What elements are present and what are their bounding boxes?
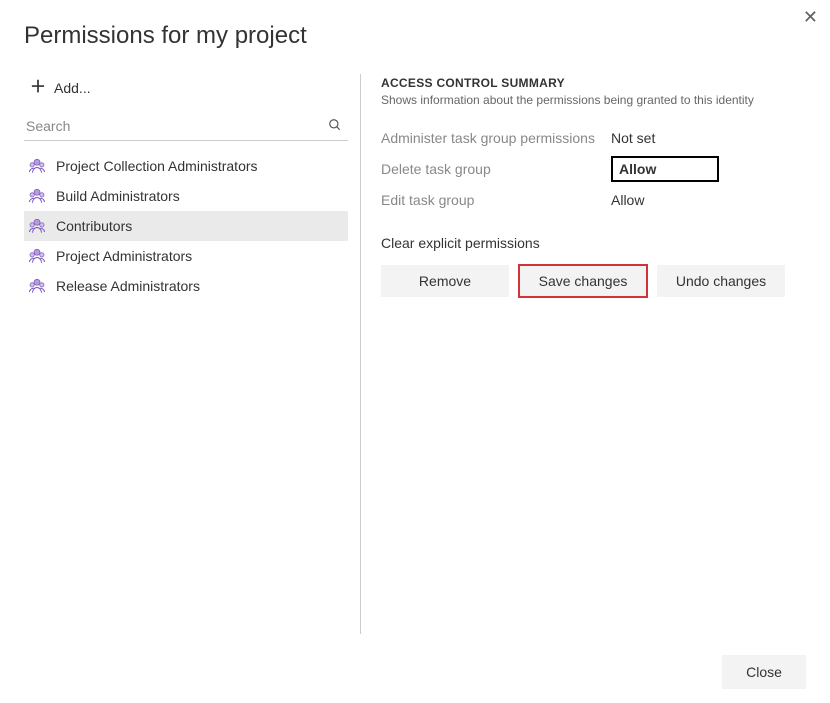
search-input[interactable] — [24, 112, 348, 140]
permissions-table: Administer task group permissionsNot set… — [381, 125, 806, 213]
permission-action-buttons: Remove Save changes Undo changes — [381, 265, 806, 297]
clear-permissions-label: Clear explicit permissions — [381, 213, 806, 265]
page-title: Permissions for my project — [0, 0, 830, 50]
plus-icon: ＋ — [30, 80, 46, 96]
permission-value-text: Allow — [611, 192, 644, 208]
permission-row: Edit task groupAllow — [381, 187, 806, 213]
permission-label: Delete task group — [381, 161, 611, 177]
close-button[interactable]: Close — [722, 655, 806, 689]
permission-value-text: Allow — [619, 161, 656, 177]
group-icon — [28, 157, 46, 175]
group-item[interactable]: Project Collection Administrators — [24, 151, 348, 181]
group-icon — [28, 247, 46, 265]
group-item-label: Contributors — [56, 218, 132, 234]
remove-button[interactable]: Remove — [381, 265, 509, 297]
permission-label: Administer task group permissions — [381, 130, 611, 146]
group-item-label: Build Administrators — [56, 188, 180, 204]
permission-value-dropdown[interactable]: Allow — [611, 156, 719, 182]
groups-list: Project Collection Administrators Build … — [24, 151, 348, 301]
group-icon — [28, 217, 46, 235]
group-item[interactable]: Release Administrators — [24, 271, 348, 301]
group-icon — [28, 187, 46, 205]
save-changes-button[interactable]: Save changes — [519, 265, 647, 297]
search-container — [24, 112, 348, 141]
group-icon — [28, 277, 46, 295]
permission-value-text: Not set — [611, 130, 655, 146]
group-item[interactable]: Project Administrators — [24, 241, 348, 271]
group-item[interactable]: Contributors — [24, 211, 348, 241]
permission-row: Delete task group Allow — [381, 151, 806, 187]
add-group-label: Add... — [54, 80, 91, 96]
close-icon[interactable]: ✕ — [799, 4, 822, 30]
search-icon — [328, 118, 342, 135]
access-control-subheading: Shows information about the permissions … — [381, 90, 806, 125]
undo-changes-button[interactable]: Undo changes — [657, 265, 785, 297]
group-item-label: Project Administrators — [56, 248, 192, 264]
access-control-heading: ACCESS CONTROL SUMMARY — [381, 74, 806, 90]
permission-row: Administer task group permissionsNot set — [381, 125, 806, 151]
group-item[interactable]: Build Administrators — [24, 181, 348, 211]
group-item-label: Release Administrators — [56, 278, 200, 294]
add-group-button[interactable]: ＋ Add... — [24, 74, 348, 112]
permission-label: Edit task group — [381, 192, 611, 208]
group-item-label: Project Collection Administrators — [56, 158, 258, 174]
